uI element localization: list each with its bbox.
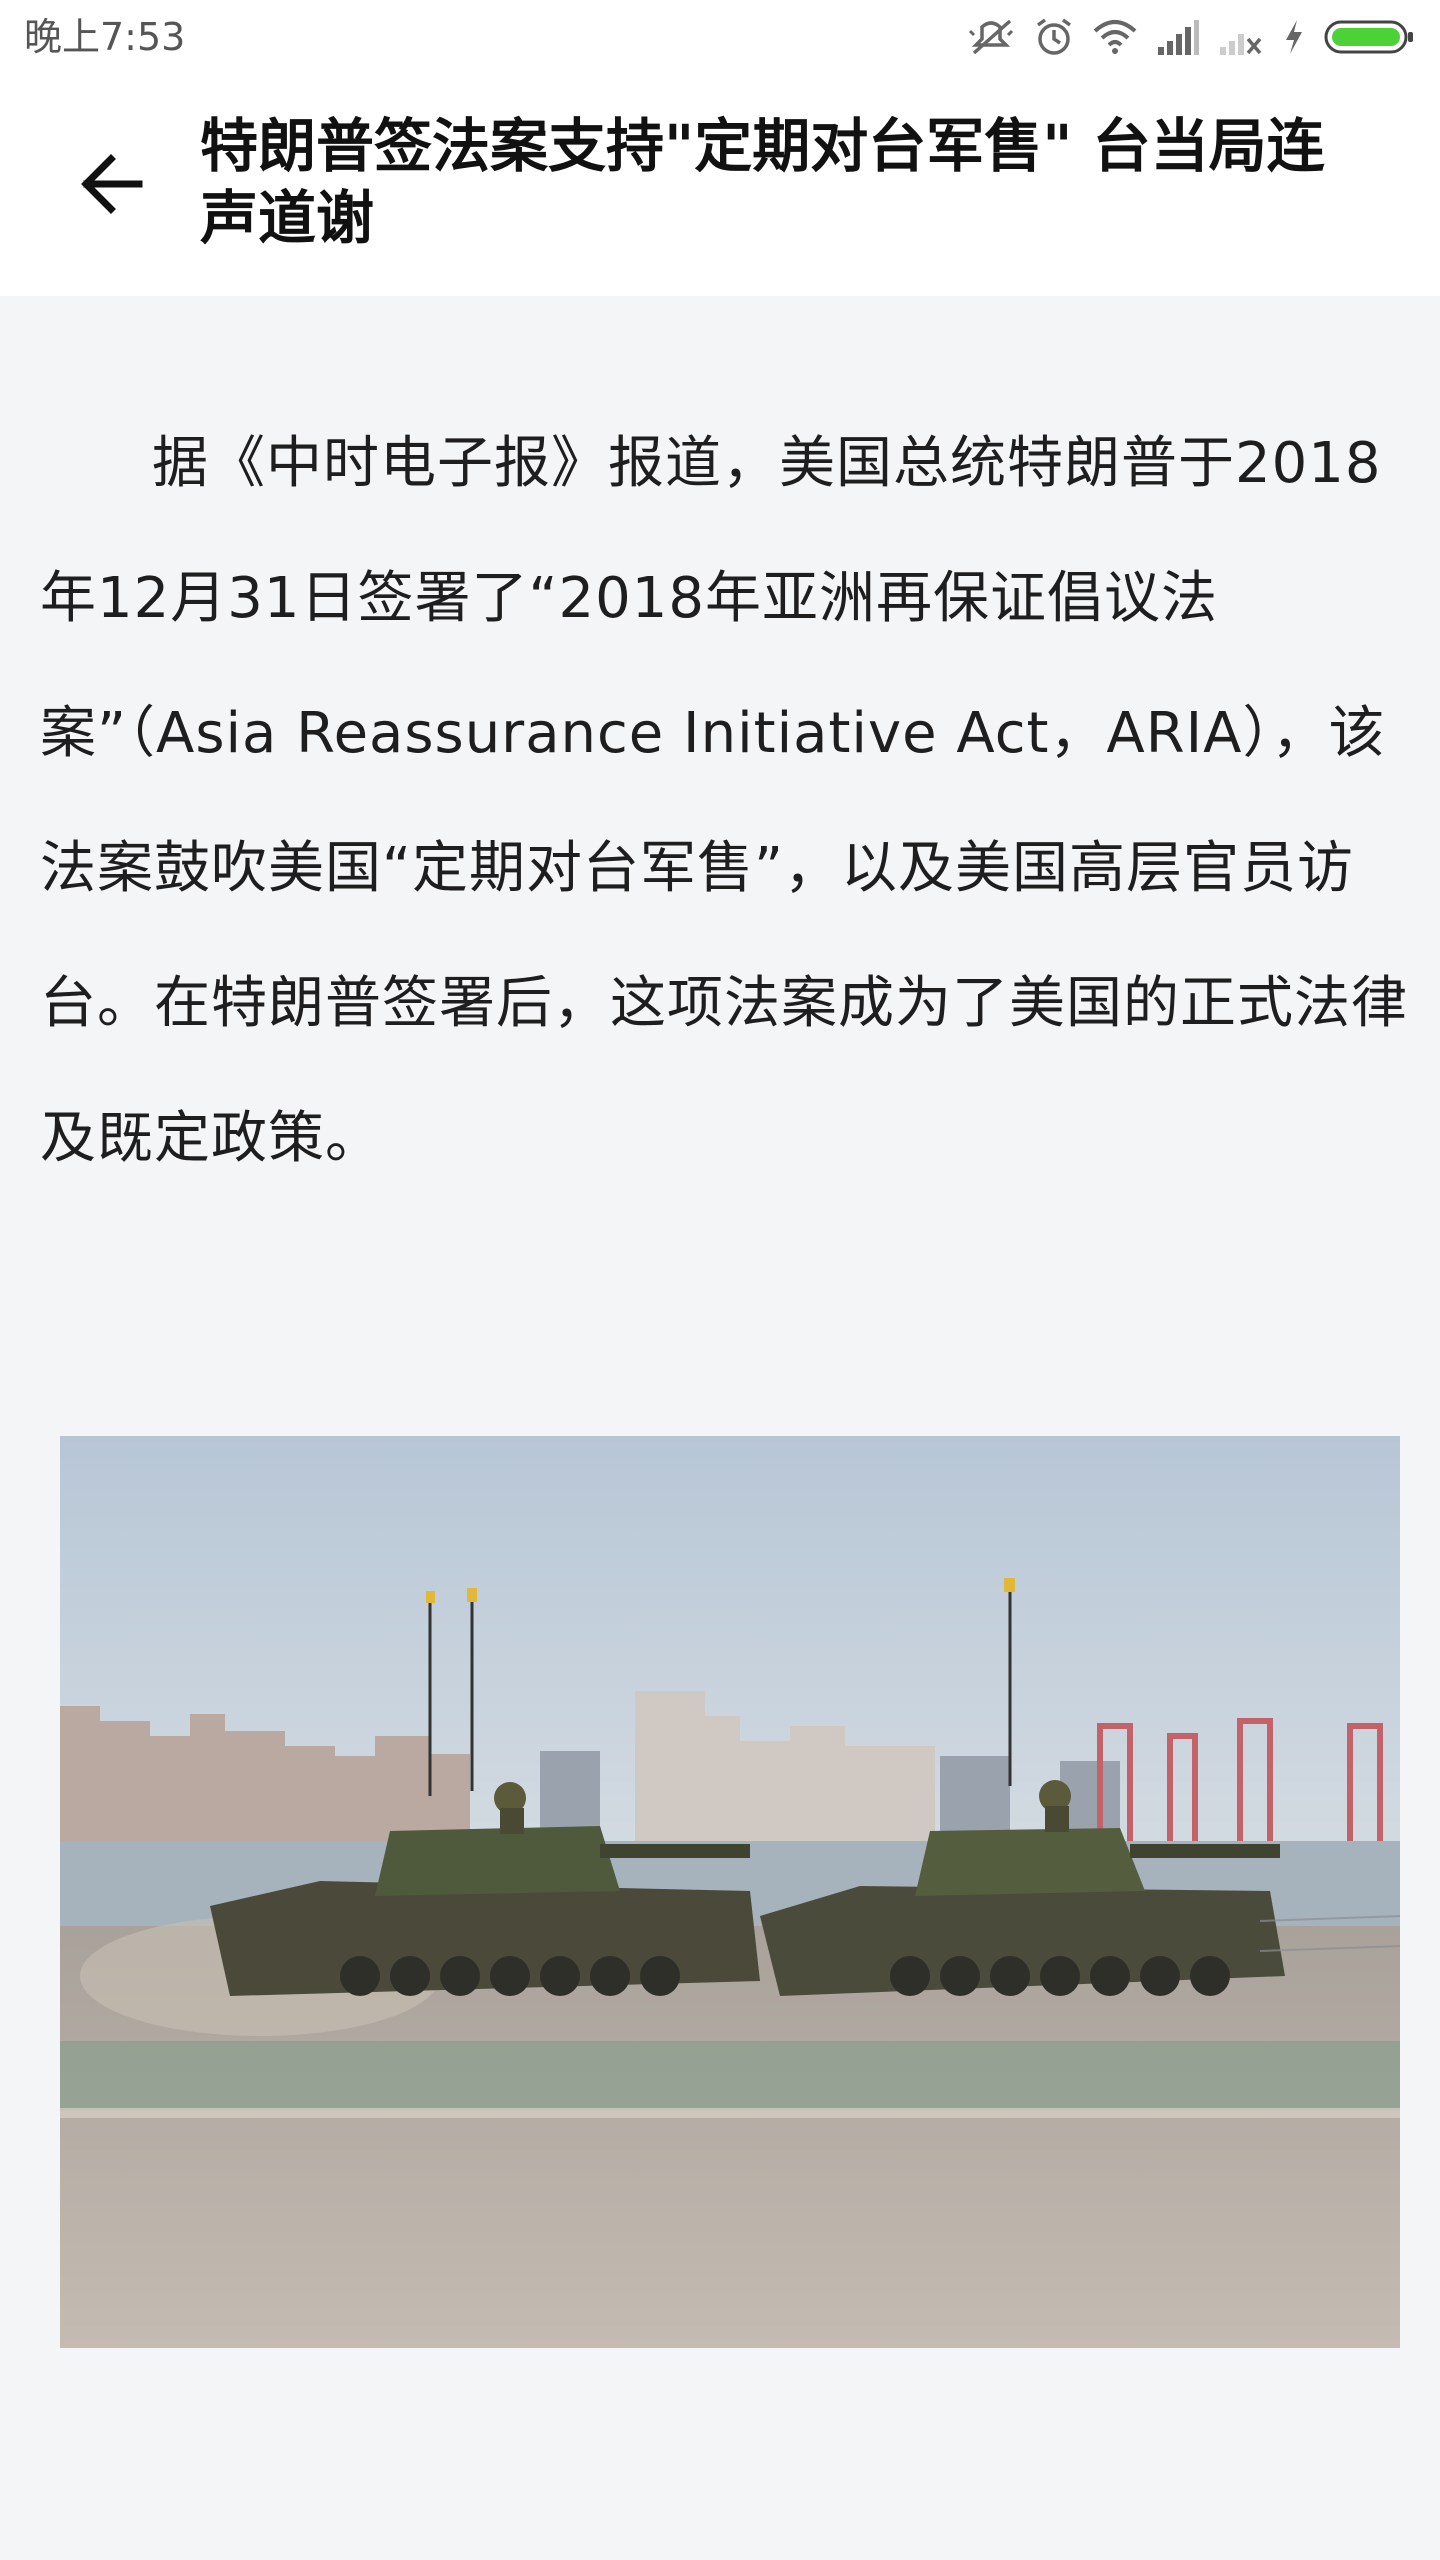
wifi-icon — [1092, 19, 1138, 55]
signal-icon — [1156, 19, 1200, 55]
no-signal-icon — [1218, 19, 1264, 55]
back-button[interactable] — [60, 134, 164, 238]
page-title: 特朗普签法案支持"定期对台军售" 台当局连声道谢 — [200, 112, 1325, 252]
charging-icon — [1282, 18, 1306, 56]
app-header: 特朗普签法案支持"定期对台军售" 台当局连声道谢 — [0, 74, 1440, 296]
battery-icon — [1324, 19, 1414, 55]
article-image[interactable] — [60, 1436, 1400, 2348]
article-paragraph: 据《中时电子报》报道，美国总统特朗普于2018年12月31日签署了“2018年亚… — [40, 431, 1408, 1171]
status-bar: 晚上7:53 — [0, 0, 1440, 74]
status-icons — [966, 14, 1414, 60]
tanks-photo — [60, 1436, 1400, 2348]
status-time: 晚上7:53 — [24, 15, 186, 59]
arrow-left-icon — [77, 149, 147, 223]
alarm-icon — [1034, 17, 1074, 57]
mute-icon — [966, 17, 1016, 57]
